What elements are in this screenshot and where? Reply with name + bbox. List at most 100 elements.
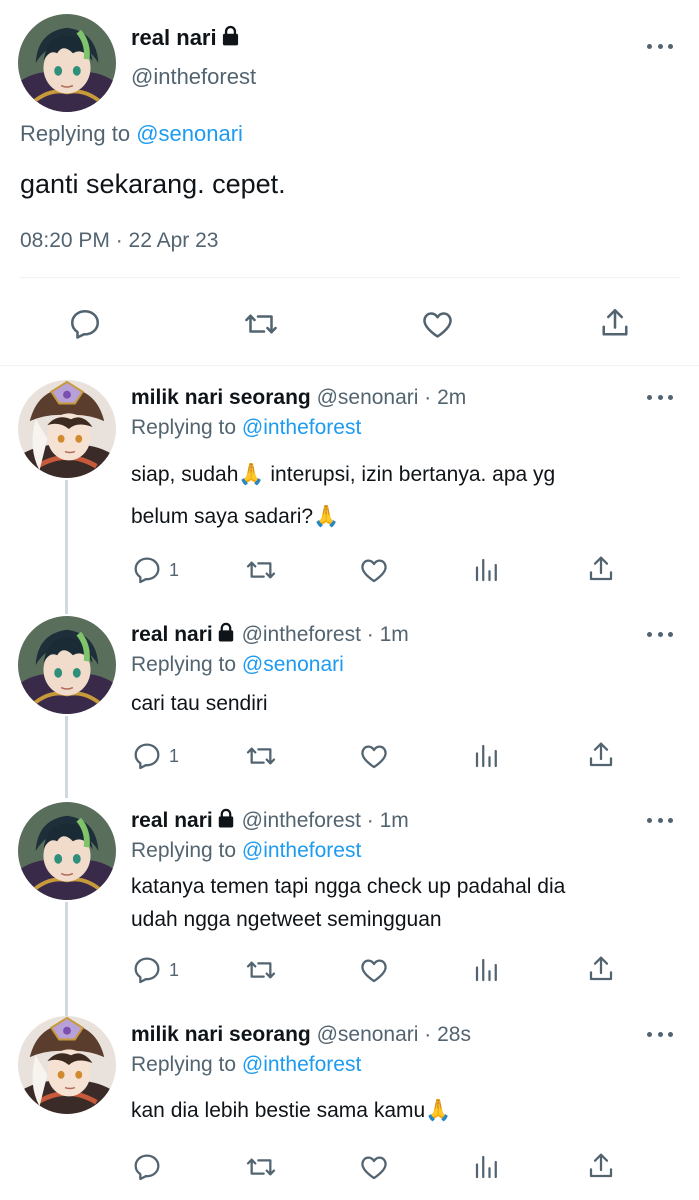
tweet-text-line: belum saya sadari?🙏 — [131, 505, 340, 528]
tweet-text-line: cari tau sendiri — [131, 692, 268, 715]
like-button[interactable] — [358, 554, 390, 586]
views-button[interactable] — [472, 741, 502, 771]
tweet-text-line: udah ngga ngetweet semingguan — [131, 908, 442, 931]
reply-icon — [131, 954, 163, 986]
retweet-icon — [244, 954, 278, 986]
replying-label: Replying to — [131, 416, 237, 439]
reply-button[interactable]: 1 — [131, 554, 179, 586]
lock-icon — [216, 808, 236, 828]
thread-line — [65, 902, 68, 1018]
replying-to: Replying to @senonari — [131, 651, 344, 679]
retweet-button[interactable] — [242, 306, 280, 342]
reply-count: 1 — [169, 959, 180, 980]
share-icon — [585, 553, 617, 585]
relative-time[interactable]: · 1m — [367, 623, 409, 646]
more-options-icon[interactable] — [647, 815, 673, 825]
views-button[interactable] — [472, 955, 502, 985]
replying-to: Replying to @senonari — [20, 119, 243, 149]
avatar-image — [18, 616, 116, 714]
reply-count: 1 — [169, 559, 180, 580]
retweet-button[interactable] — [244, 954, 278, 986]
avatar-image — [18, 1016, 116, 1114]
like-button[interactable] — [358, 954, 390, 986]
display-name[interactable]: real nari — [131, 623, 213, 646]
retweet-icon — [244, 554, 278, 586]
like-button[interactable] — [419, 306, 456, 342]
timestamp[interactable]: 08:20 PM · 22 Apr 23 — [20, 227, 218, 255]
stats-icon — [472, 555, 502, 585]
author-handle[interactable]: @intheforest — [242, 623, 361, 646]
display-name[interactable]: real nari — [131, 809, 213, 832]
reply-button[interactable] — [131, 1151, 163, 1183]
share-icon — [597, 305, 633, 341]
display-name[interactable]: milik nari seorang — [131, 386, 311, 409]
share-button[interactable] — [585, 953, 617, 985]
like-button[interactable] — [358, 1151, 390, 1183]
divider — [20, 277, 681, 278]
display-name[interactable]: milik nari seorang — [131, 1023, 311, 1046]
views-button[interactable] — [472, 555, 502, 585]
avatar[interactable] — [18, 1016, 116, 1114]
retweet-button[interactable] — [244, 554, 278, 586]
author-handle[interactable]: @senonari — [317, 1023, 419, 1046]
relative-time[interactable]: · 1m — [367, 809, 409, 832]
replying-to: Replying to @intheforest — [131, 837, 361, 865]
avatar-image — [18, 380, 116, 478]
divider — [0, 365, 699, 366]
avatar-image — [18, 802, 116, 900]
views-button[interactable] — [472, 1152, 502, 1182]
author-name-row: real nari — [131, 24, 241, 52]
author-row: real nari @intheforest · 1m — [131, 621, 409, 649]
like-icon — [358, 1151, 390, 1183]
tweet-text-line: kan dia lebih bestie sama kamu🙏 — [131, 1099, 452, 1122]
author-handle[interactable]: @intheforest — [131, 63, 256, 91]
retweet-icon — [242, 306, 280, 342]
lock-icon — [220, 25, 241, 46]
avatar[interactable] — [18, 616, 116, 714]
retweet-icon — [244, 1151, 278, 1183]
replying-handle-link[interactable]: @intheforest — [242, 416, 361, 439]
replying-label: Replying to — [131, 653, 237, 676]
share-button[interactable] — [597, 305, 633, 341]
reply-button[interactable] — [67, 306, 103, 342]
replying-handle-link[interactable]: @senonari — [136, 121, 243, 146]
stats-icon — [472, 741, 502, 771]
more-options-icon[interactable] — [647, 41, 673, 51]
retweet-button[interactable] — [244, 740, 278, 772]
reply-icon — [131, 740, 163, 772]
replying-handle-link[interactable]: @senonari — [242, 653, 344, 676]
more-options-icon[interactable] — [647, 629, 673, 639]
reply-icon — [131, 554, 163, 586]
like-icon — [419, 306, 456, 342]
replying-label: Replying to — [20, 121, 131, 146]
replying-to: Replying to @intheforest — [131, 1051, 361, 1079]
avatar[interactable] — [18, 380, 116, 478]
reply-button[interactable]: 1 — [131, 954, 179, 986]
like-icon — [358, 740, 390, 772]
reply-button[interactable]: 1 — [131, 740, 179, 772]
reply-icon — [67, 306, 103, 342]
relative-time[interactable]: · 2m — [424, 386, 466, 409]
replying-handle-link[interactable]: @intheforest — [242, 1053, 361, 1076]
avatar[interactable] — [18, 14, 116, 112]
more-options-icon[interactable] — [647, 392, 673, 402]
replying-label: Replying to — [131, 1053, 237, 1076]
share-button[interactable] — [585, 739, 617, 771]
avatar[interactable] — [18, 802, 116, 900]
author-handle[interactable]: @senonari — [317, 386, 419, 409]
share-button[interactable] — [585, 553, 617, 585]
share-icon — [585, 739, 617, 771]
retweet-button[interactable] — [244, 1151, 278, 1183]
like-button[interactable] — [358, 740, 390, 772]
share-button[interactable] — [585, 1150, 617, 1182]
relative-time[interactable]: · 28s — [424, 1023, 471, 1046]
replying-to: Replying to @intheforest — [131, 414, 361, 442]
display-name[interactable]: real nari — [131, 25, 217, 50]
author-row: milik nari seorang @senonari · 28s — [131, 1021, 471, 1049]
tweet-text: ganti sekarang. cepet. — [20, 169, 286, 199]
author-handle[interactable]: @intheforest — [242, 809, 361, 832]
more-options-icon[interactable] — [647, 1029, 673, 1039]
share-icon — [585, 953, 617, 985]
lock-icon — [216, 622, 236, 642]
replying-handle-link[interactable]: @intheforest — [242, 839, 361, 862]
